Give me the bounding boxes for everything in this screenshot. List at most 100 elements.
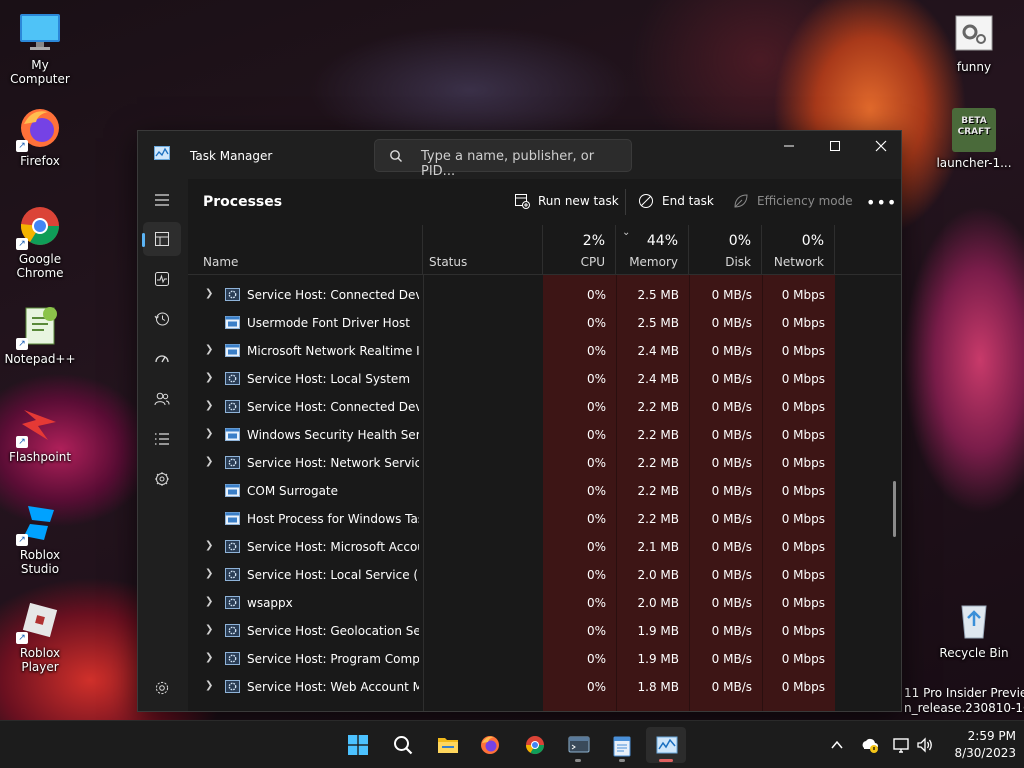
minimize-button[interactable] bbox=[766, 131, 812, 163]
nav-settings[interactable] bbox=[143, 671, 181, 705]
taskbar-terminal[interactable] bbox=[558, 727, 598, 763]
expand-chevron-icon[interactable]: ❯ bbox=[205, 652, 213, 663]
expand-chevron-icon[interactable]: ❯ bbox=[205, 344, 213, 355]
column-header-network[interactable]: 0% Network bbox=[762, 225, 835, 275]
nav-services[interactable] bbox=[143, 462, 181, 496]
memory-value: 1.8 MB bbox=[637, 680, 679, 694]
expand-chevron-icon[interactable]: ❯ bbox=[205, 456, 213, 467]
expand-chevron-icon[interactable]: ❯ bbox=[205, 372, 213, 383]
app-window-icon bbox=[225, 512, 240, 525]
taskbar-search-button[interactable] bbox=[383, 727, 423, 763]
taskbar-notepad[interactable] bbox=[602, 727, 642, 763]
desktop-icon-funny[interactable]: funny bbox=[934, 12, 1014, 74]
minimize-icon bbox=[784, 145, 794, 147]
taskbar-file-explorer[interactable] bbox=[427, 727, 467, 763]
table-row[interactable]: COM Surrogate 0% 2.2 MB 0 MB/s 0 Mbps bbox=[188, 477, 901, 505]
column-header-name[interactable]: Name bbox=[188, 225, 423, 275]
network-value: 0 Mbps bbox=[781, 512, 825, 526]
table-row[interactable]: ❯ Service Host: Local System 0% 2.4 MB 0 MB/… bbox=[188, 365, 901, 393]
expand-chevron-icon[interactable]: ❯ bbox=[205, 400, 213, 411]
chevron-up-icon[interactable] bbox=[830, 738, 844, 752]
nav-app-history[interactable] bbox=[143, 302, 181, 336]
taskbar-start-button[interactable] bbox=[338, 727, 378, 763]
desktop-icon-flashpoint[interactable]: ↗ Flashpoint bbox=[0, 402, 80, 464]
table-row[interactable]: Host Process for Windows Tasks 0% 2.2 MB 0 … bbox=[188, 505, 901, 533]
nav-startup-apps[interactable] bbox=[143, 342, 181, 376]
memory-value: 2.0 MB bbox=[637, 568, 679, 582]
vertical-scrollbar[interactable] bbox=[893, 481, 896, 537]
users-icon bbox=[154, 392, 170, 406]
cpu-value: 0% bbox=[586, 624, 606, 638]
table-row[interactable]: ❯ Windows Security Health Servi... 0% 2.2 M… bbox=[188, 421, 901, 449]
clock-date: 8/30/2023 bbox=[954, 746, 1016, 760]
cpu-value: 0% bbox=[586, 484, 606, 498]
table-row[interactable]: ❯ Service Host: Microsoft Accou... 0% 2.1 M… bbox=[188, 533, 901, 561]
column-header-cpu[interactable]: 2% CPU bbox=[543, 225, 616, 275]
cpu-value: 0% bbox=[586, 652, 606, 666]
title-bar[interactable]: Task Manager Type a name, publisher, or … bbox=[138, 131, 901, 179]
nav-details[interactable] bbox=[143, 422, 181, 456]
process-name: wsappx bbox=[247, 596, 293, 610]
expand-chevron-icon[interactable]: ❯ bbox=[205, 288, 213, 299]
taskbar-firefox[interactable] bbox=[470, 727, 510, 763]
desktop-icon-roblox-player[interactable]: ↗ Roblox Player bbox=[0, 598, 80, 674]
column-header-memory[interactable]: ⌄ 44% Memory bbox=[616, 225, 689, 275]
volume-icon[interactable] bbox=[916, 736, 934, 754]
column-header-status[interactable]: Status bbox=[423, 225, 543, 275]
desktop-icon-my-computer[interactable]: My Computer bbox=[0, 10, 80, 86]
nav-users[interactable] bbox=[143, 382, 181, 416]
table-row[interactable]: ❯ Service Host: Network Service 0% 2.2 MB 0 … bbox=[188, 449, 901, 477]
table-row[interactable]: ❯ Service Host: Local Service (N... 0% 2.0 … bbox=[188, 561, 901, 589]
close-button[interactable] bbox=[858, 131, 904, 163]
onedrive-warning-icon[interactable] bbox=[860, 736, 880, 754]
maximize-button[interactable] bbox=[812, 131, 858, 163]
network-value: 0 Mbps bbox=[781, 568, 825, 582]
process-name: Service Host: Geolocation Serv... bbox=[247, 624, 419, 638]
desktop-icon-firefox[interactable]: ↗ Firefox bbox=[0, 106, 80, 168]
terminal-icon bbox=[568, 736, 590, 753]
taskbar-task-manager[interactable] bbox=[646, 727, 686, 763]
desktop-icon-chrome[interactable]: ↗ Google Chrome bbox=[0, 204, 80, 280]
desktop-icon-roblox-studio[interactable]: ↗ Roblox Studio bbox=[0, 500, 80, 576]
nav-performance[interactable] bbox=[143, 262, 181, 296]
column-label: Disk bbox=[725, 255, 751, 269]
shortcut-arrow-icon: ↗ bbox=[16, 140, 28, 152]
more-options-button[interactable]: ••• bbox=[866, 193, 896, 212]
end-task-button[interactable]: End task bbox=[638, 192, 714, 212]
expand-chevron-icon[interactable]: ❯ bbox=[205, 568, 213, 579]
process-list[interactable]: ❯ Service Host: Connected Devi... 0% 2.5 MB… bbox=[188, 275, 901, 711]
table-row[interactable]: ❯ Microsoft Network Realtime I... 0% 2.4 MB… bbox=[188, 337, 901, 365]
system-clock[interactable]: 2:59 PM 8/30/2023 bbox=[954, 728, 1016, 762]
expand-chevron-icon[interactable]: ❯ bbox=[205, 680, 213, 691]
table-row[interactable]: ❯ Service Host: Web Account M... 0% 1.8 MB 0… bbox=[188, 673, 901, 701]
expand-chevron-icon[interactable]: ❯ bbox=[205, 624, 213, 635]
table-row[interactable]: ❯ Service Host: Connected Devi... 0% 2.5 MB… bbox=[188, 281, 901, 309]
run-new-task-label: Run new task bbox=[538, 194, 619, 208]
memory-value: 2.5 MB bbox=[637, 288, 679, 302]
desktop-icon-recycle-bin[interactable]: Recycle Bin bbox=[934, 598, 1014, 660]
taskbar-chrome[interactable] bbox=[515, 727, 555, 763]
hamburger-menu-button[interactable] bbox=[143, 183, 181, 217]
nav-processes[interactable] bbox=[142, 222, 181, 256]
desktop-icon-launcher[interactable]: BETA CRAFT launcher-1... bbox=[934, 108, 1014, 170]
table-row[interactable]: ❯ Service Host: Geolocation Serv... 0% 1.9 … bbox=[188, 617, 901, 645]
table-row[interactable]: Usermode Font Driver Host 0% 2.5 MB 0 MB/s 0… bbox=[188, 309, 901, 337]
table-row[interactable]: ❯ Service Host: Program Compa... 0% 1.9 MB 0… bbox=[188, 645, 901, 673]
table-row[interactable]: ❯ Service Host: Connected Devi... 0% 2.2 MB… bbox=[188, 393, 901, 421]
maximize-icon bbox=[830, 141, 840, 151]
memory-value: 2.2 MB bbox=[637, 400, 679, 414]
roblox-player-icon: ↗ bbox=[16, 598, 62, 644]
expand-chevron-icon[interactable]: ❯ bbox=[205, 428, 213, 439]
expand-chevron-icon[interactable]: ❯ bbox=[205, 596, 213, 607]
network-value: 0 Mbps bbox=[781, 372, 825, 386]
network-icon[interactable] bbox=[892, 736, 910, 754]
desktop-icon-notepadpp[interactable]: ↗ Notepad++ bbox=[0, 304, 80, 366]
expand-chevron-icon[interactable]: ❯ bbox=[205, 540, 213, 551]
column-header-disk[interactable]: 0% Disk bbox=[689, 225, 762, 275]
run-new-task-button[interactable]: Run new task bbox=[514, 192, 619, 212]
efficiency-mode-button[interactable]: Efficiency mode bbox=[733, 192, 853, 212]
table-row[interactable]: ❯ wsappx 0% 2.0 MB 0 MB/s 0 Mbps bbox=[188, 589, 901, 617]
process-name: Usermode Font Driver Host bbox=[247, 316, 410, 330]
history-icon bbox=[154, 312, 169, 326]
search-input[interactable]: Type a name, publisher, or PID... bbox=[374, 139, 632, 179]
